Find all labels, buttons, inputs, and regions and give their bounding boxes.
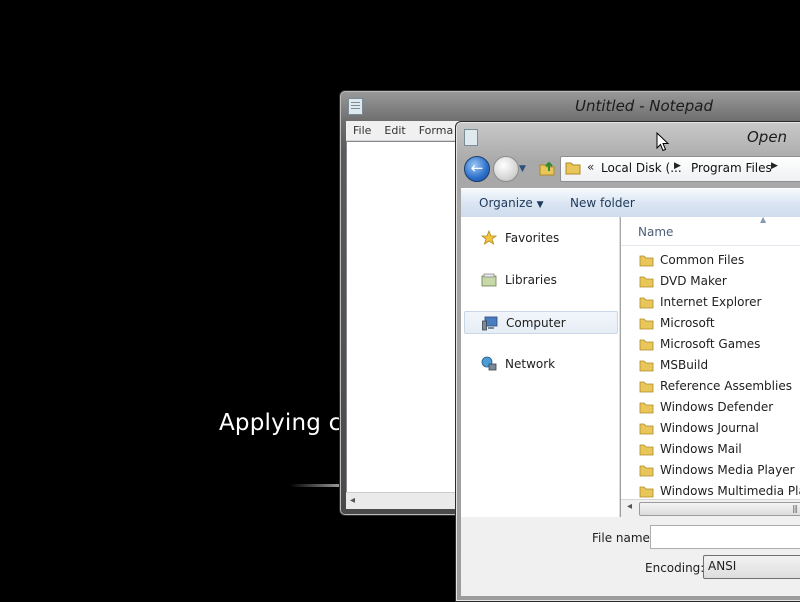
- folder-icon: [639, 339, 654, 351]
- folder-icon: [639, 255, 654, 267]
- list-item[interactable]: Microsoft Games: [635, 334, 800, 355]
- list-item-label: Reference Assemblies: [660, 379, 792, 393]
- open-dialog[interactable]: Open ← ▼ « Local Disk (... ▶ Program Fil…: [455, 121, 800, 602]
- navigation-pane: Favorites Libraries Computer Network: [461, 217, 620, 517]
- nav-item-computer[interactable]: Computer: [464, 311, 618, 334]
- nav-label-network: Network: [505, 357, 556, 371]
- column-header-name[interactable]: Name: [638, 225, 673, 239]
- file-name-input[interactable]: [650, 525, 800, 549]
- folder-icon: [639, 318, 654, 330]
- menu-edit[interactable]: Edit: [377, 121, 411, 137]
- libraries-icon: [481, 273, 497, 287]
- sort-indicator-icon: ▲: [760, 215, 767, 224]
- scroll-left-icon[interactable]: ◂: [350, 495, 355, 506]
- encoding-label: Encoding:: [645, 561, 705, 575]
- notepad-title: Untitled - Notepad: [575, 97, 714, 115]
- list-item-label: Windows Journal: [660, 421, 759, 435]
- nav-item-libraries[interactable]: Libraries: [464, 269, 616, 290]
- folder-icon: [639, 381, 654, 393]
- back-button[interactable]: ←: [464, 156, 490, 182]
- list-item-label: Internet Explorer: [660, 295, 762, 309]
- folder-icon: [639, 276, 654, 288]
- column-header-row: ▲ Name: [621, 215, 800, 246]
- folder-icon: [639, 402, 654, 414]
- list-item[interactable]: Internet Explorer: [635, 292, 800, 313]
- list-item[interactable]: Microsoft: [635, 313, 800, 334]
- menu-format[interactable]: Forma: [412, 121, 459, 137]
- command-bar: Organize ▼ New folder: [461, 188, 800, 218]
- breadcrumb-chevron-icon[interactable]: ▶: [771, 161, 778, 171]
- encoding-select[interactable]: ANSI: [703, 555, 800, 579]
- notepad-icon: [348, 98, 363, 115]
- folder-icon: [639, 360, 654, 372]
- list-item-label: Windows Media Player: [660, 463, 795, 477]
- scroll-left-icon[interactable]: ◂: [627, 501, 632, 512]
- dialog-title: Open: [747, 128, 788, 146]
- file-list: ▲ Name Common Files DVD Maker Internet Exp…: [621, 215, 800, 517]
- folder-icon: [639, 297, 654, 309]
- folder-icon: [639, 444, 654, 456]
- list-item[interactable]: MSBuild: [635, 355, 800, 376]
- new-folder-button[interactable]: New folder: [570, 196, 635, 210]
- encoding-value: ANSI: [708, 559, 737, 573]
- address-bar[interactable]: « Local Disk (... ▶ Program Files ▶: [560, 156, 800, 182]
- list-item[interactable]: Windows Media Player: [635, 460, 800, 481]
- list-item-label: MSBuild: [660, 358, 709, 372]
- list-item[interactable]: Windows Defender: [635, 397, 800, 418]
- file-list-horizontal-scrollbar[interactable]: ◂ |||: [621, 499, 800, 517]
- menu-file[interactable]: File: [346, 121, 377, 137]
- grip-icon: |||: [792, 504, 798, 513]
- list-item-label: Microsoft: [660, 316, 715, 330]
- breadcrumb-local-disk[interactable]: Local Disk (...: [601, 161, 682, 175]
- up-folder-icon[interactable]: [538, 159, 556, 177]
- list-item[interactable]: DVD Maker: [635, 271, 800, 292]
- nav-item-favorites[interactable]: Favorites: [464, 227, 616, 248]
- list-item-label: Windows Defender: [660, 400, 774, 414]
- folder-icon: [639, 423, 654, 435]
- applying-status-text: Applying co: [219, 410, 356, 436]
- nav-label-libraries: Libraries: [505, 273, 557, 287]
- dialog-bottom-panel: File name: Encoding: ANSI: [461, 517, 800, 596]
- forward-button[interactable]: [493, 156, 519, 182]
- list-item[interactable]: Common Files: [635, 250, 800, 271]
- nav-label-favorites: Favorites: [505, 231, 560, 245]
- chevron-down-icon: ▼: [536, 200, 544, 210]
- list-item[interactable]: Reference Assemblies: [635, 376, 800, 397]
- file-name-label: File name:: [592, 531, 654, 545]
- address-folder-icon: [565, 162, 581, 175]
- folder-icon: [639, 465, 654, 477]
- dialog-notepad-icon: [464, 129, 478, 146]
- back-arrow-icon: ←: [470, 159, 484, 177]
- organize-button[interactable]: Organize ▼: [479, 196, 544, 210]
- list-item-label: Windows Mail: [660, 442, 742, 456]
- breadcrumb-program-files[interactable]: Program Files: [691, 161, 772, 175]
- nav-label-computer: Computer: [506, 316, 566, 330]
- recent-locations-dropdown-icon[interactable]: ▼: [519, 164, 529, 174]
- breadcrumb-chevron-icon[interactable]: ▶: [674, 161, 681, 171]
- mouse-cursor-icon: [656, 132, 670, 152]
- list-item[interactable]: Windows Journal: [635, 418, 800, 439]
- list-item-label: DVD Maker: [660, 274, 727, 288]
- nav-item-network[interactable]: Network: [464, 353, 616, 374]
- network-icon: [481, 356, 497, 371]
- list-item[interactable]: Windows Mail: [635, 439, 800, 460]
- computer-icon: [482, 316, 498, 331]
- star-icon: [481, 230, 497, 245]
- scrollbar-thumb[interactable]: |||: [639, 502, 800, 516]
- list-item-label: Common Files: [660, 253, 745, 267]
- breadcrumb-overflow[interactable]: «: [587, 160, 594, 174]
- list-item-label: Windows Multimedia Platf: [660, 484, 800, 498]
- folder-icon: [639, 486, 654, 498]
- list-item-label: Microsoft Games: [660, 337, 761, 351]
